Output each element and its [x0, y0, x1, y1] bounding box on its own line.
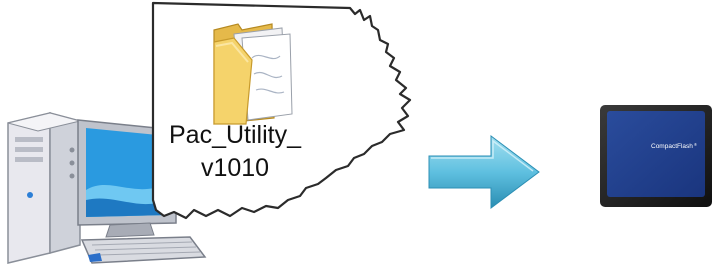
folder-name-line1: Pac_Utility_: [169, 121, 301, 149]
arrow-right-icon: [428, 135, 540, 209]
card-brand-text: CompactFlash: [651, 143, 693, 150]
folder-icon: [213, 23, 293, 125]
svg-text:®: ®: [694, 142, 697, 147]
folder-name-line2: v1010: [200, 154, 270, 182]
compactflash-card-icon: CompactFlash ®: [600, 105, 712, 207]
